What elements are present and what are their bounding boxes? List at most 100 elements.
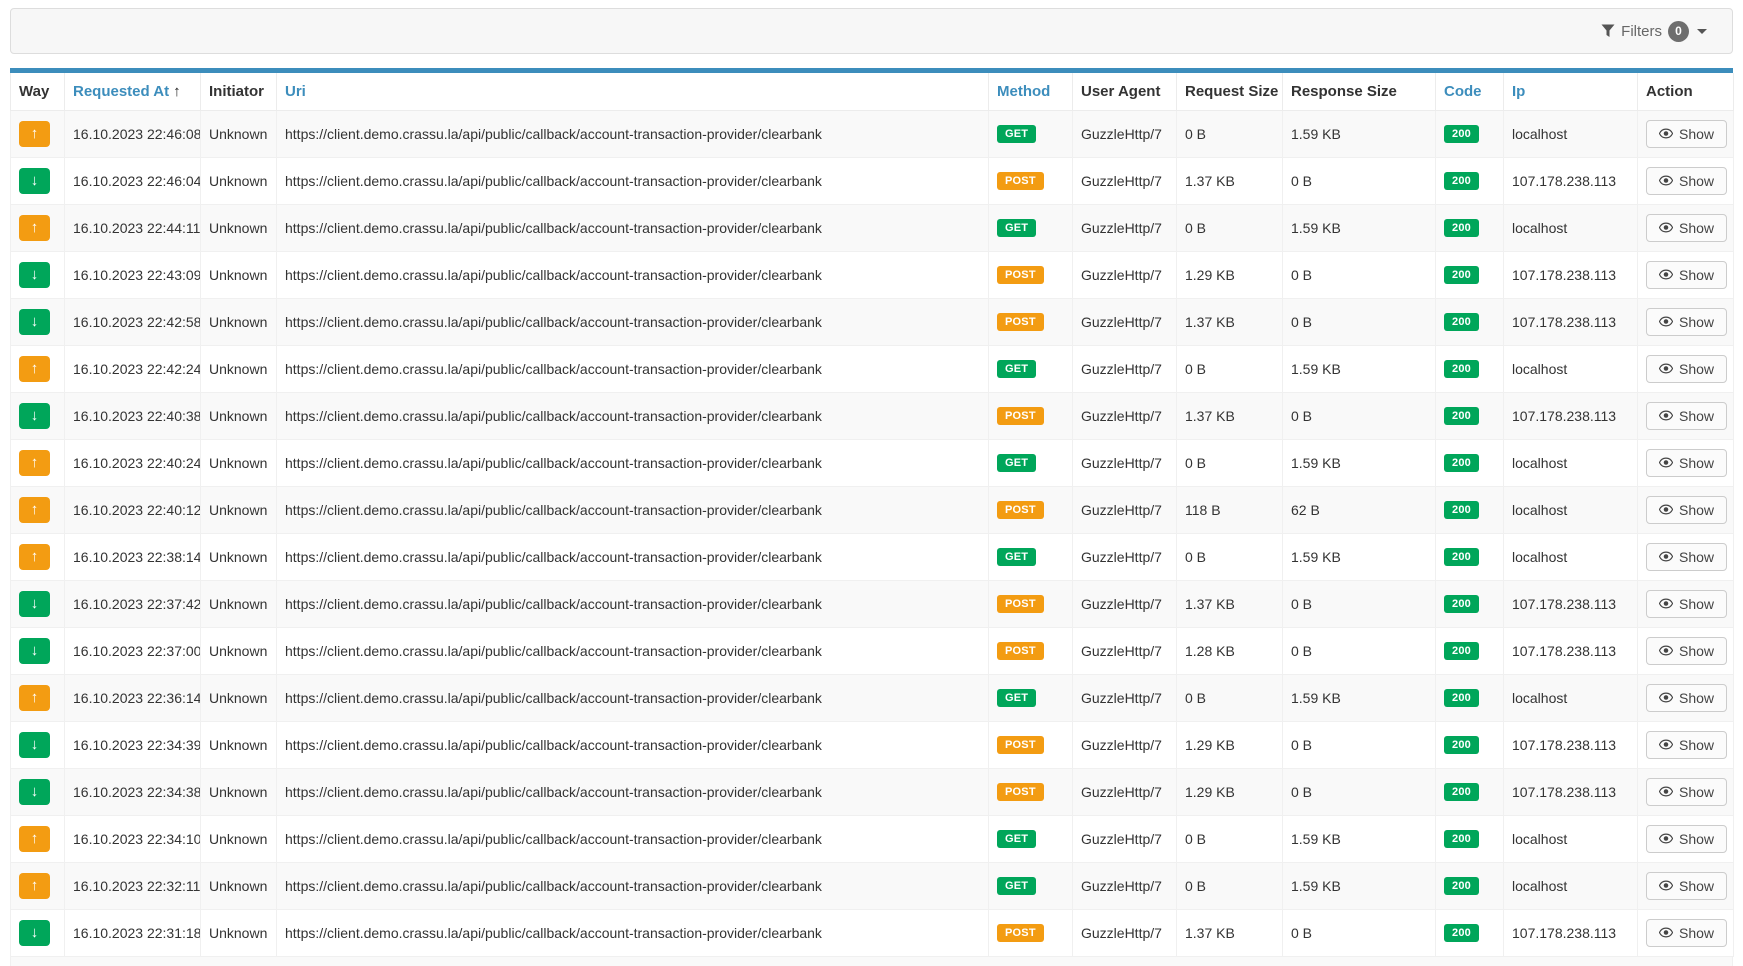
table-row: ↑ 16.10.2023 22:36:14 Unknown https://cl…: [11, 674, 1734, 721]
ip-cell: 107.178.238.113: [1504, 768, 1638, 815]
way-arrow-icon: ↑: [19, 215, 50, 241]
action-cell: Show: [1638, 674, 1734, 721]
method-cell: POST: [989, 157, 1073, 204]
ip-cell: localhost: [1504, 110, 1638, 157]
show-button[interactable]: Show: [1646, 261, 1727, 289]
way-arrow-icon: ↓: [19, 309, 50, 335]
eye-icon: [1659, 128, 1673, 139]
way-cell: ↓: [11, 298, 65, 345]
show-button[interactable]: Show: [1646, 120, 1727, 148]
show-button[interactable]: Show: [1646, 872, 1727, 900]
table-row: ↓ 16.10.2023 22:31:18 Unknown https://cl…: [11, 909, 1734, 956]
requested-at-cell: 16.10.2023 22:42:58: [65, 298, 201, 345]
eye-icon: [1659, 457, 1673, 468]
table-row: ↓ 16.10.2023 22:34:38 Unknown https://cl…: [11, 768, 1734, 815]
column-header-method[interactable]: Method: [989, 73, 1073, 110]
uri-cell: https://client.demo.crassu.la/api/public…: [277, 674, 989, 721]
ip-cell: localhost: [1504, 674, 1638, 721]
show-button-label: Show: [1679, 878, 1714, 894]
show-button[interactable]: Show: [1646, 778, 1727, 806]
user-agent-cell: GuzzleHttp/7: [1073, 909, 1177, 956]
uri-cell: https://client.demo.crassu.la/api/public…: [277, 345, 989, 392]
show-button[interactable]: Show: [1646, 825, 1727, 853]
request-size-cell: 0 B: [1177, 815, 1283, 862]
request-size-cell: 1.29 KB: [1177, 251, 1283, 298]
show-button-label: Show: [1679, 361, 1714, 377]
ip-cell: localhost: [1504, 862, 1638, 909]
column-header-code[interactable]: Code: [1436, 73, 1504, 110]
table-row: ↓ 16.10.2023 22:43:09 Unknown https://cl…: [11, 251, 1734, 298]
way-arrow-icon: ↓: [19, 591, 50, 617]
uri-cell: https://client.demo.crassu.la/api/public…: [277, 862, 989, 909]
show-button[interactable]: Show: [1646, 214, 1727, 242]
requested-at-cell: 16.10.2023 22:40:24: [65, 439, 201, 486]
code-cell: 200: [1436, 157, 1504, 204]
show-button-label: Show: [1679, 173, 1714, 189]
show-button[interactable]: Show: [1646, 167, 1727, 195]
show-button-label: Show: [1679, 549, 1714, 565]
column-header-ip[interactable]: Ip: [1504, 73, 1638, 110]
status-code-badge: 200: [1444, 830, 1479, 848]
user-agent-cell: GuzzleHttp/7: [1073, 345, 1177, 392]
uri-cell: https://client.demo.crassu.la/api/public…: [277, 815, 989, 862]
show-button[interactable]: Show: [1646, 496, 1727, 524]
action-cell: Show: [1638, 533, 1734, 580]
way-cell: ↓: [11, 392, 65, 439]
requested-at-cell: 16.10.2023 22:43:09: [65, 251, 201, 298]
status-code-badge: 200: [1444, 313, 1479, 331]
show-button[interactable]: Show: [1646, 543, 1727, 571]
way-arrow-icon: ↓: [19, 262, 50, 288]
method-badge: GET: [997, 877, 1036, 895]
column-header-uri[interactable]: Uri: [277, 73, 989, 110]
code-cell: 200: [1436, 721, 1504, 768]
uri-cell: https://client.demo.crassu.la/api/public…: [277, 768, 989, 815]
show-button[interactable]: Show: [1646, 355, 1727, 383]
show-button[interactable]: Show: [1646, 449, 1727, 477]
user-agent-cell: GuzzleHttp/7: [1073, 486, 1177, 533]
ip-cell: 107.178.238.113: [1504, 251, 1638, 298]
response-size-cell: 1.59 KB: [1283, 439, 1436, 486]
show-button[interactable]: Show: [1646, 684, 1727, 712]
status-code-badge: 200: [1444, 172, 1479, 190]
show-button[interactable]: Show: [1646, 731, 1727, 759]
table-header-row: WayRequested At↑InitiatorUriMethodUser A…: [11, 73, 1734, 110]
initiator-cell: Unknown: [201, 110, 277, 157]
request-size-cell: 0 B: [1177, 439, 1283, 486]
initiator-cell: Unknown: [201, 580, 277, 627]
response-size-cell: 1.59 KB: [1283, 862, 1436, 909]
way-cell: ↑: [11, 862, 65, 909]
method-cell: POST: [989, 721, 1073, 768]
column-header-requested-at[interactable]: Requested At↑: [65, 73, 201, 110]
show-button[interactable]: Show: [1646, 637, 1727, 665]
status-code-badge: 200: [1444, 736, 1479, 754]
show-button[interactable]: Show: [1646, 919, 1727, 947]
table-row: ↑ 16.10.2023 22:34:10 Unknown https://cl…: [11, 815, 1734, 862]
uri-cell: https://client.demo.crassu.la/api/public…: [277, 298, 989, 345]
table-row: ↓ 16.10.2023 22:42:58 Unknown https://cl…: [11, 298, 1734, 345]
request-size-cell: 0 B: [1177, 110, 1283, 157]
uri-cell: https://client.demo.crassu.la/api/public…: [277, 392, 989, 439]
initiator-cell: Unknown: [201, 674, 277, 721]
status-code-badge: 200: [1444, 266, 1479, 284]
method-cell: GET: [989, 204, 1073, 251]
show-button[interactable]: Show: [1646, 402, 1727, 430]
partial-next-row: [10, 957, 1733, 966]
funnel-icon: [1601, 24, 1615, 38]
method-badge: GET: [997, 830, 1036, 848]
table-row: ↑ 16.10.2023 22:38:14 Unknown https://cl…: [11, 533, 1734, 580]
filters-button[interactable]: Filters 0: [1601, 21, 1707, 42]
way-cell: ↑: [11, 110, 65, 157]
show-button[interactable]: Show: [1646, 308, 1727, 336]
uri-cell: https://client.demo.crassu.la/api/public…: [277, 439, 989, 486]
method-badge: POST: [997, 313, 1044, 331]
status-code-badge: 200: [1444, 125, 1479, 143]
request-size-cell: 0 B: [1177, 674, 1283, 721]
initiator-cell: Unknown: [201, 909, 277, 956]
method-badge: POST: [997, 642, 1044, 660]
show-button-label: Show: [1679, 220, 1714, 236]
way-arrow-icon: ↑: [19, 450, 50, 476]
requested-at-cell: 16.10.2023 22:36:14: [65, 674, 201, 721]
show-button[interactable]: Show: [1646, 590, 1727, 618]
method-cell: POST: [989, 298, 1073, 345]
uri-cell: https://client.demo.crassu.la/api/public…: [277, 627, 989, 674]
